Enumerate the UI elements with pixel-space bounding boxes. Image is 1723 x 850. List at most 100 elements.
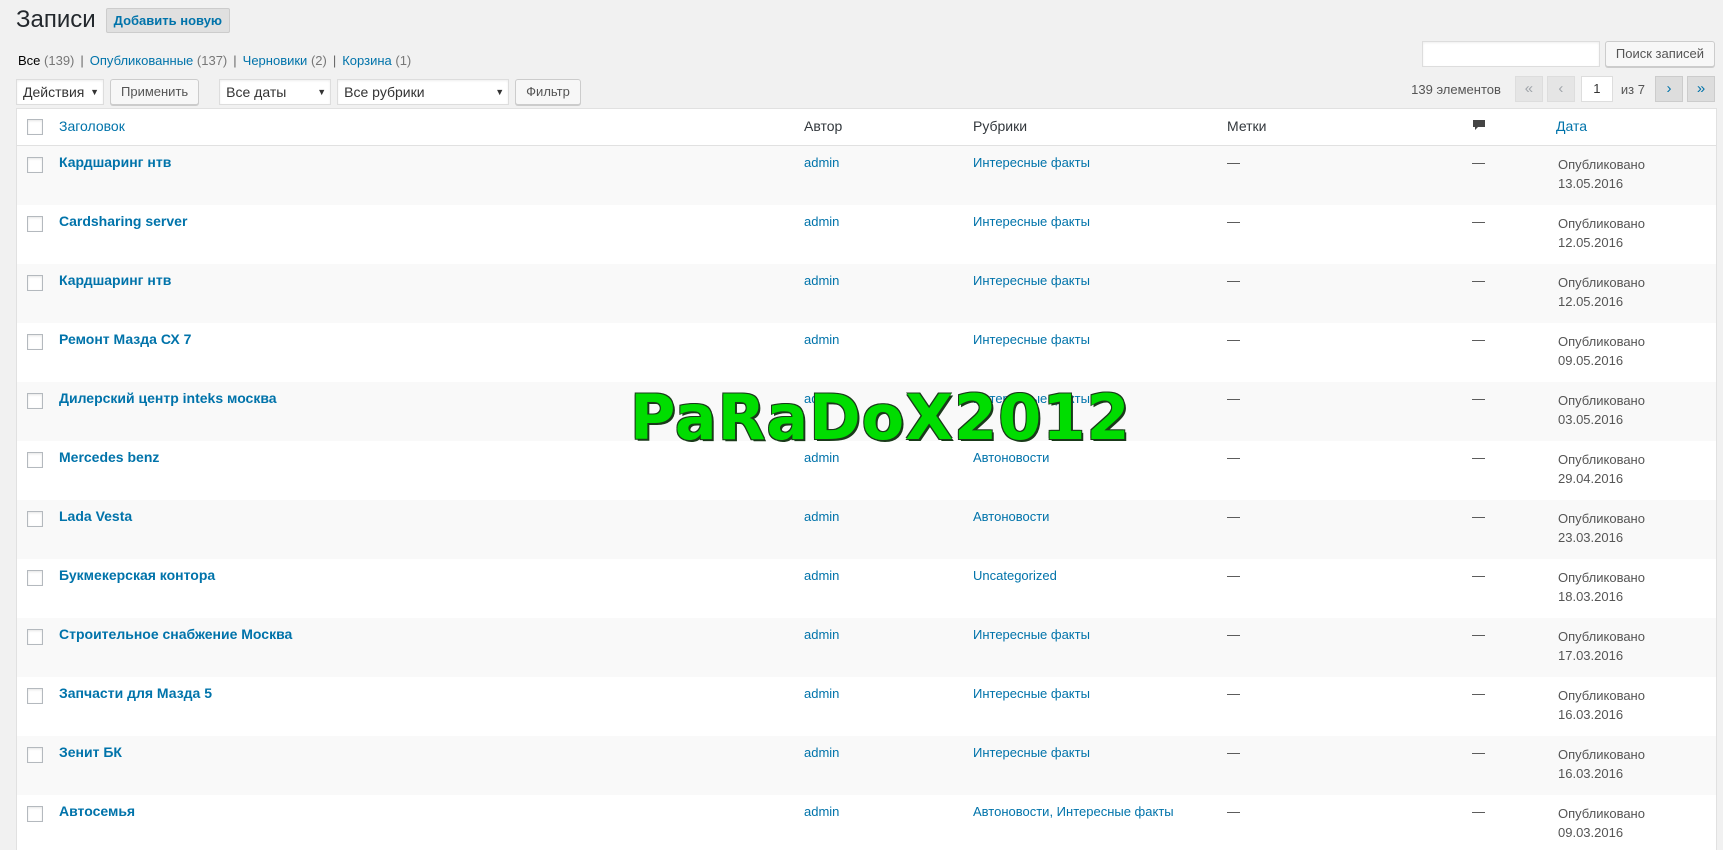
column-tags: Метки <box>1227 118 1267 134</box>
post-author-link[interactable]: admin <box>804 509 839 524</box>
post-title-link[interactable]: Запчасти для Мазда 5 <box>59 685 212 701</box>
post-author-cell: admin <box>804 568 839 583</box>
post-status: Опубликовано <box>1558 747 1645 762</box>
post-categories-link[interactable]: Интересные факты <box>973 214 1090 229</box>
post-categories-cell: Автоновости, Интересные факты <box>973 804 1174 819</box>
post-title-cell: Букмекерская контора <box>59 567 215 583</box>
row-checkbox[interactable] <box>27 629 43 645</box>
table-body: Кардшаринг нтв admin Интересные факты — … <box>17 146 1716 850</box>
row-checkbox[interactable] <box>27 334 43 350</box>
column-author: Автор <box>804 118 843 134</box>
post-author-link[interactable]: admin <box>804 627 839 642</box>
row-checkbox[interactable] <box>27 157 43 173</box>
post-categories-cell: Интересные факты <box>973 155 1090 170</box>
post-author-link[interactable]: admin <box>804 214 839 229</box>
post-author-link[interactable]: admin <box>804 568 839 583</box>
post-categories-cell: Интересные факты <box>973 627 1090 642</box>
post-categories-link[interactable]: Интересные факты <box>973 155 1090 170</box>
post-title-cell: Запчасти для Мазда 5 <box>59 685 212 701</box>
post-categories-link[interactable]: Автоновости <box>973 509 1049 524</box>
post-title-link[interactable]: Автосемья <box>59 803 135 819</box>
post-title-link[interactable]: Ремонт Мазда СХ 7 <box>59 331 191 347</box>
first-page-button[interactable]: « <box>1514 76 1543 102</box>
add-new-button[interactable]: Добавить новую <box>105 7 231 33</box>
post-categories-link[interactable]: Интересные факты <box>973 332 1090 347</box>
post-author-link[interactable]: admin <box>804 391 839 406</box>
post-title-link[interactable]: Cardsharing server <box>59 213 187 229</box>
row-checkbox[interactable] <box>27 216 43 232</box>
bulk-action-select[interactable]: Действия ▼ <box>16 79 104 105</box>
row-checkbox[interactable] <box>27 511 43 527</box>
column-title[interactable]: Заголовок <box>59 118 125 134</box>
post-title-cell: Строительное снабжение Москва <box>59 626 292 642</box>
last-page-button[interactable]: » <box>1687 76 1715 102</box>
filter-button[interactable]: Фильтр <box>515 79 581 105</box>
column-date-link[interactable]: Дата <box>1556 118 1587 134</box>
post-tags-cell: — <box>1227 686 1240 701</box>
row-checkbox[interactable] <box>27 688 43 704</box>
post-categories-link[interactable]: Автоновости, Интересные факты <box>973 804 1174 819</box>
search-input[interactable] <box>1421 41 1600 67</box>
status-link-published[interactable]: Опубликованные (137) <box>90 53 227 68</box>
post-author-link[interactable]: admin <box>804 745 839 760</box>
post-title-link[interactable]: Кардшаринг нтв <box>59 154 171 170</box>
row-checkbox[interactable] <box>27 806 43 822</box>
post-tags-cell: — <box>1227 745 1240 760</box>
status-link-all[interactable]: Все (139) <box>18 53 74 68</box>
post-author-link[interactable]: admin <box>804 804 839 819</box>
row-checkbox[interactable] <box>27 275 43 291</box>
select-all-checkbox[interactable] <box>27 119 43 135</box>
post-categories-link[interactable]: Интересные факты <box>973 391 1090 406</box>
post-title-link[interactable]: Строительное снабжение Москва <box>59 626 292 642</box>
comments-icon[interactable] <box>1472 119 1486 131</box>
post-categories-cell: Интересные факты <box>973 391 1090 406</box>
category-filter-select[interactable]: Все рубрики ▼ <box>337 79 510 105</box>
post-categories-cell: Интересные факты <box>973 332 1090 347</box>
post-comments-cell: — <box>1472 332 1485 347</box>
current-page-input[interactable]: 1 <box>1580 76 1613 102</box>
post-title-link[interactable]: Зенит БК <box>59 744 122 760</box>
post-author-link[interactable]: admin <box>804 450 839 465</box>
next-page-button[interactable]: › <box>1655 76 1683 102</box>
row-checkbox[interactable] <box>27 570 43 586</box>
row-checkbox[interactable] <box>27 747 43 763</box>
post-status: Опубликовано <box>1558 806 1645 821</box>
post-title-link[interactable]: Букмекерская контора <box>59 567 215 583</box>
search-posts-button[interactable]: Поиск записей <box>1604 41 1715 67</box>
prev-page-button[interactable]: ‹ <box>1546 76 1575 102</box>
post-categories-link[interactable]: Uncategorized <box>973 568 1057 583</box>
post-author-link[interactable]: admin <box>804 273 839 288</box>
post-categories-link[interactable]: Автоновости <box>973 450 1049 465</box>
post-title-cell: Ремонт Мазда СХ 7 <box>59 331 191 347</box>
total-pages: из 7 <box>1620 81 1645 97</box>
row-checkbox[interactable] <box>27 452 43 468</box>
status-link-trash[interactable]: Корзина (1) <box>342 53 411 68</box>
post-comments-cell: — <box>1472 214 1485 229</box>
post-categories-link[interactable]: Интересные факты <box>973 745 1090 760</box>
post-title-link[interactable]: Дилерский центр inteks москва <box>59 390 277 406</box>
post-comments-cell: — <box>1472 391 1485 406</box>
table-row: Зенит БК admin Интересные факты — — Опуб… <box>17 736 1716 795</box>
post-title-link[interactable]: Кардшаринг нтв <box>59 272 171 288</box>
post-status: Опубликовано <box>1558 629 1645 644</box>
post-date-cell: Опубликовано 29.04.2016 <box>1558 450 1645 488</box>
post-categories-link[interactable]: Интересные факты <box>973 627 1090 642</box>
post-author-link[interactable]: admin <box>804 155 839 170</box>
post-categories-cell: Интересные факты <box>973 686 1090 701</box>
row-checkbox[interactable] <box>27 393 43 409</box>
post-title-link[interactable]: Lada Vesta <box>59 508 132 524</box>
apply-button[interactable]: Применить <box>110 79 200 105</box>
post-date: 18.03.2016 <box>1558 589 1624 604</box>
column-date[interactable]: Дата <box>1556 118 1587 134</box>
post-comments-cell: — <box>1472 273 1485 288</box>
post-title-cell: Зенит БК <box>59 744 122 760</box>
status-link-drafts[interactable]: Черновики (2) <box>243 53 327 68</box>
date-filter-select[interactable]: Все даты ▼ <box>219 79 332 105</box>
post-categories-link[interactable]: Интересные факты <box>973 686 1090 701</box>
post-categories-link[interactable]: Интересные факты <box>973 273 1090 288</box>
column-title-link[interactable]: Заголовок <box>59 118 125 134</box>
post-comments-cell: — <box>1472 568 1485 583</box>
post-author-link[interactable]: admin <box>804 332 839 347</box>
post-title-link[interactable]: Mercedes benz <box>59 449 159 465</box>
post-author-link[interactable]: admin <box>804 686 839 701</box>
